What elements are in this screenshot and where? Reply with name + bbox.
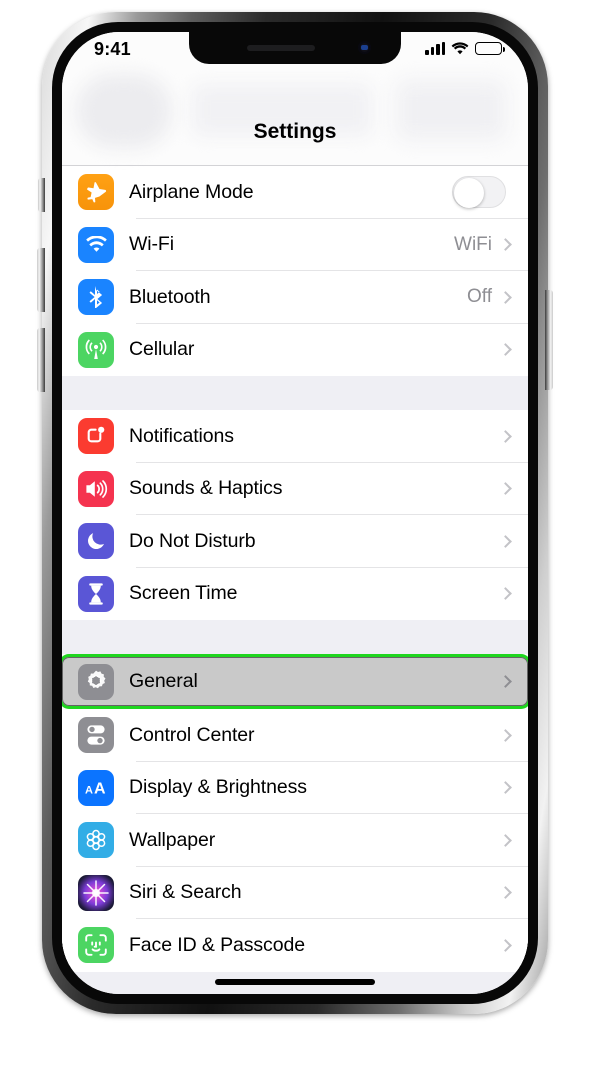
earpiece-speaker bbox=[247, 45, 315, 51]
chevron-right-icon bbox=[499, 429, 512, 443]
svg-text:A: A bbox=[85, 784, 93, 796]
settings-row-display-brightness[interactable]: A A Display & Brightness bbox=[62, 761, 528, 814]
front-camera bbox=[358, 41, 371, 54]
settings-row-label: Airplane Mode bbox=[129, 180, 254, 203]
chevron-right-icon bbox=[499, 482, 512, 496]
silent-switch[interactable] bbox=[38, 178, 45, 212]
settings-row-bluetooth[interactable]: Bluetooth Off bbox=[62, 271, 528, 324]
settings-row-label: Wi-Fi bbox=[129, 233, 174, 256]
settings-row-face-id-passcode[interactable]: Face ID & Passcode bbox=[62, 919, 528, 972]
cellular-signal-icon bbox=[425, 42, 445, 55]
settings-row-label: Notifications bbox=[129, 424, 234, 447]
row-accessory: Off bbox=[467, 286, 528, 308]
chevron-right-icon bbox=[499, 938, 512, 952]
settings-row-detail: WiFi bbox=[454, 233, 492, 255]
settings-row-label: Screen Time bbox=[129, 582, 238, 605]
settings-row-general[interactable]: General bbox=[62, 654, 528, 709]
chevron-right-icon bbox=[499, 290, 512, 304]
settings-row-notifications[interactable]: Notifications bbox=[62, 410, 528, 463]
chevron-right-icon bbox=[499, 534, 512, 548]
settings-row-label: Do Not Disturb bbox=[129, 529, 256, 552]
phone-screen: Settings 9:41 Airplane Mode Wi-Fi WiFi B… bbox=[62, 32, 528, 994]
group-separator bbox=[62, 620, 528, 654]
settings-list[interactable]: Airplane Mode Wi-Fi WiFi Bluetooth Off C… bbox=[62, 166, 528, 994]
row-accessory bbox=[499, 728, 528, 742]
notch bbox=[189, 32, 401, 64]
row-accessory bbox=[499, 938, 528, 952]
settings-row-label: Wallpaper bbox=[129, 828, 216, 851]
chevron-right-icon bbox=[499, 728, 512, 742]
group-separator bbox=[62, 376, 528, 410]
settings-row-label: Sounds & Haptics bbox=[129, 477, 283, 500]
settings-row-do-not-disturb[interactable]: Do Not Disturb bbox=[62, 515, 528, 568]
row-accessory bbox=[499, 534, 528, 548]
settings-row-label: Bluetooth bbox=[129, 285, 211, 308]
settings-row-sounds-haptics[interactable]: Sounds & Haptics bbox=[62, 462, 528, 515]
settings-group-system: General Control Center A A Display & Bri… bbox=[62, 654, 528, 972]
notifications-icon bbox=[78, 418, 114, 455]
settings-row-label: Cellular bbox=[129, 338, 195, 361]
home-indicator[interactable] bbox=[215, 979, 375, 985]
bluetooth-icon bbox=[78, 279, 114, 316]
chevron-right-icon bbox=[499, 675, 512, 688]
settings-row-label: Face ID & Passcode bbox=[129, 933, 305, 956]
chevron-right-icon bbox=[499, 587, 512, 601]
row-accessory bbox=[499, 587, 528, 601]
settings-group-connectivity: Airplane Mode Wi-Fi WiFi Bluetooth Off C… bbox=[62, 166, 528, 376]
chevron-right-icon bbox=[499, 886, 512, 900]
settings-row-label: Siri & Search bbox=[129, 881, 242, 904]
wifi-icon bbox=[78, 226, 114, 263]
face-id-icon bbox=[78, 927, 114, 964]
row-accessory bbox=[499, 833, 528, 847]
settings-row-label: Display & Brightness bbox=[129, 776, 307, 799]
row-accessory bbox=[499, 886, 528, 900]
cellular-icon bbox=[78, 331, 114, 368]
sounds-icon bbox=[78, 470, 114, 507]
row-accessory bbox=[499, 482, 528, 496]
airplane-icon bbox=[78, 174, 114, 211]
settings-row-airplane-mode[interactable]: Airplane Mode bbox=[62, 166, 528, 219]
chevron-right-icon bbox=[499, 781, 512, 795]
settings-row-control-center[interactable]: Control Center bbox=[62, 709, 528, 762]
row-accessory bbox=[499, 429, 528, 443]
wifi-icon bbox=[451, 42, 469, 55]
settings-row-label: Control Center bbox=[129, 723, 255, 746]
row-accessory bbox=[499, 781, 528, 795]
power-button[interactable] bbox=[545, 290, 553, 390]
battery-icon bbox=[475, 42, 506, 55]
settings-row-wifi[interactable]: Wi-Fi WiFi bbox=[62, 218, 528, 271]
toggle-knob bbox=[454, 178, 484, 209]
hourglass-icon bbox=[78, 575, 114, 612]
settings-row-cellular[interactable]: Cellular bbox=[62, 323, 528, 376]
page-title: Settings bbox=[253, 120, 337, 143]
status-icons bbox=[425, 42, 506, 55]
settings-row-wallpaper[interactable]: Wallpaper bbox=[62, 814, 528, 867]
chevron-right-icon bbox=[499, 238, 512, 252]
volume-down-button[interactable] bbox=[37, 328, 45, 392]
settings-row-label: General bbox=[129, 670, 198, 692]
settings-row-siri-search[interactable]: Siri & Search bbox=[62, 866, 528, 919]
settings-row-screen-time[interactable]: Screen Time bbox=[62, 567, 528, 620]
volume-up-button[interactable] bbox=[37, 248, 45, 312]
airplane-mode-toggle[interactable] bbox=[452, 176, 506, 209]
status-time: 9:41 bbox=[94, 39, 131, 59]
wallpaper-icon bbox=[78, 822, 114, 859]
row-accessory bbox=[452, 176, 528, 209]
display-brightness-icon: A A bbox=[78, 769, 114, 806]
row-accessory: WiFi bbox=[454, 234, 528, 256]
settings-group-alerts: Notifications Sounds & Haptics Do Not Di… bbox=[62, 410, 528, 620]
row-accessory bbox=[499, 675, 528, 688]
row-accessory bbox=[499, 343, 528, 357]
gear-icon bbox=[78, 663, 114, 700]
chevron-right-icon bbox=[499, 343, 512, 357]
chevron-right-icon bbox=[499, 833, 512, 847]
control-center-icon bbox=[78, 717, 114, 754]
siri-icon bbox=[78, 874, 114, 911]
svg-text:A: A bbox=[94, 780, 106, 797]
moon-icon bbox=[78, 523, 114, 560]
settings-row-detail: Off bbox=[467, 286, 492, 308]
